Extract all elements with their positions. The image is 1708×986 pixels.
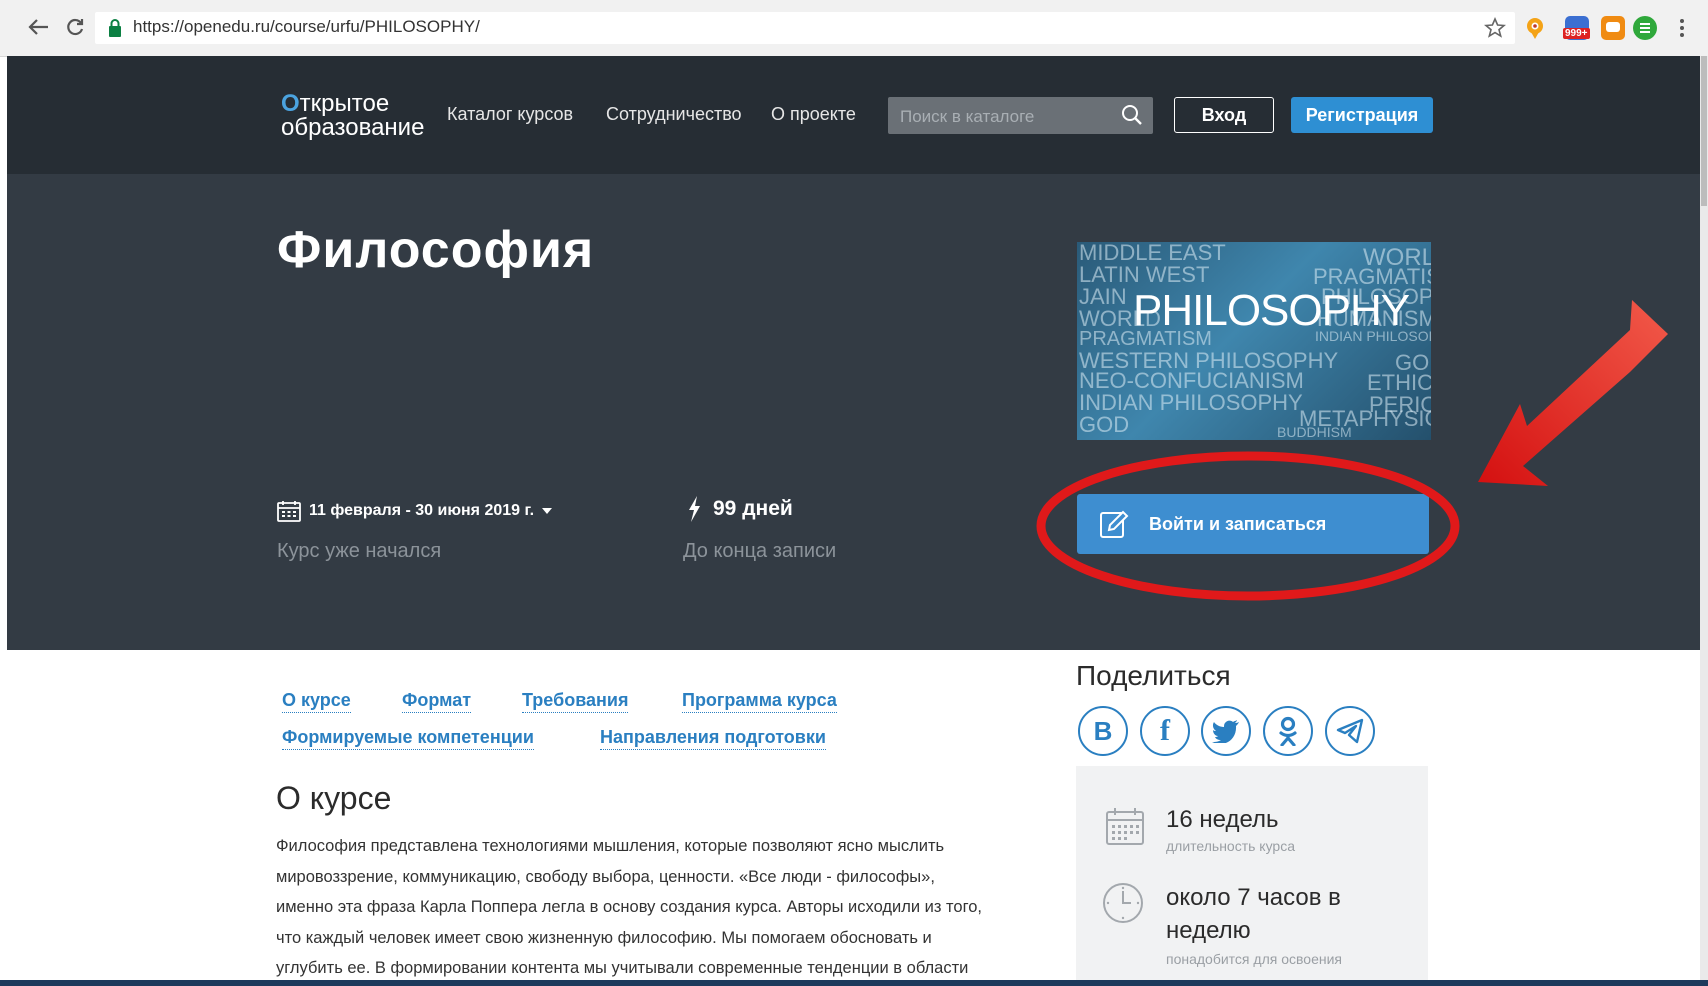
course-info-panel: 16 недель длительность курса около 7 час… <box>1076 766 1428 986</box>
enrollment-countdown: 99 дней <box>687 496 793 522</box>
site-header: Открытое образование Каталог курсов Сотр… <box>7 56 1700 174</box>
course-title: Философия <box>277 221 595 279</box>
bookmark-star-icon[interactable] <box>1484 17 1506 39</box>
extension-badge: 999+ <box>1563 28 1590 39</box>
about-line: именно эта фраза Карла Поппера легла в о… <box>276 898 982 916</box>
share-heading: Поделиться <box>1076 660 1231 691</box>
extension-pin-icon[interactable] <box>1523 16 1547 40</box>
nav-about-project[interactable]: О проекте <box>771 104 856 125</box>
page-scrollbar[interactable] <box>1700 56 1708 986</box>
cover-title: PHILOSOPHY <box>1133 286 1410 335</box>
days-left: 99 дней <box>713 497 793 520</box>
site-logo[interactable]: Открытое образование <box>281 92 424 140</box>
search-placeholder: Поиск в каталоге <box>900 107 1035 126</box>
lightning-icon <box>689 496 700 522</box>
about-text: Философия представлена технологиями мышл… <box>276 831 1036 984</box>
browser-menu-icon[interactable] <box>1678 17 1686 39</box>
extension-inbox-icon[interactable]: 999+ <box>1563 16 1590 40</box>
extension-chat-icon[interactable] <box>1601 16 1625 40</box>
calendar-icon <box>1106 808 1144 845</box>
nav-catalog[interactable]: Каталог курсов <box>447 104 573 125</box>
duration-value: 16 недель <box>1166 806 1279 833</box>
search-icon[interactable] <box>1121 104 1143 126</box>
vk-letter: B <box>1093 715 1113 746</box>
tab-format[interactable]: Формат <box>402 690 472 713</box>
logo-line2: образование <box>281 114 425 141</box>
search-input[interactable]: Поиск в каталоге <box>888 97 1153 134</box>
back-arrow-icon[interactable] <box>26 14 52 40</box>
effort-caption: понадобится для освоения <box>1166 951 1342 967</box>
tab-directions[interactable]: Направления подготовки <box>600 727 826 750</box>
tab-requirements[interactable]: Требования <box>522 690 629 713</box>
lock-icon <box>109 19 121 37</box>
course-hero: Философия MIDDLE EAST WORLD LATIN WEST P… <box>7 174 1700 650</box>
facebook-share-icon[interactable]: f <box>1140 706 1190 756</box>
course-status: Курс уже начался <box>277 540 442 562</box>
twitter-share-icon[interactable] <box>1201 706 1251 756</box>
reload-icon[interactable] <box>62 14 88 40</box>
extension-list-icon[interactable] <box>1633 16 1657 40</box>
nav-cooperation[interactable]: Сотрудничество <box>606 104 742 125</box>
register-button[interactable]: Регистрация <box>1291 97 1433 133</box>
vk-share-icon[interactable]: B <box>1078 706 1128 756</box>
duration-caption: длительность курса <box>1166 838 1296 854</box>
about-line: мировоззрение, коммуникацию, свободу выб… <box>276 867 935 886</box>
cover-word: BUDDHISM <box>1277 424 1352 440</box>
clock-icon <box>1103 883 1143 923</box>
login-button[interactable]: Вход <box>1174 97 1274 133</box>
odnoklassniki-share-icon[interactable] <box>1263 706 1313 756</box>
os-taskbar-edge <box>0 980 1708 986</box>
browser-toolbar: https://openedu.ru/course/urfu/PHILOSOPH… <box>0 0 1708 57</box>
course-dates[interactable]: 11 февраля - 30 июня 2019 г. <box>277 500 553 522</box>
calendar-icon <box>277 501 301 522</box>
course-cover-image: MIDDLE EAST WORLD LATIN WEST PRAGMATISM … <box>1077 242 1431 440</box>
tab-competencies[interactable]: Формируемые компетенции <box>282 727 534 750</box>
tab-program[interactable]: Программа курса <box>682 690 837 713</box>
effort-value-line2: неделю <box>1166 917 1251 944</box>
effort-value-line1: около 7 часов в <box>1166 884 1341 911</box>
about-line: Философия представлена технологиями мышл… <box>276 837 945 855</box>
course-dates-text: 11 февраля - 30 июня 2019 г. <box>309 502 535 519</box>
telegram-share-icon[interactable] <box>1325 706 1375 756</box>
tab-about[interactable]: О курсе <box>282 690 351 713</box>
logo-line1: ткрытое <box>299 90 390 117</box>
logo-letter: О <box>281 90 300 117</box>
cover-word: GOD <box>1079 412 1130 437</box>
days-caption: До конца записи <box>683 540 837 562</box>
caret-down-icon[interactable] <box>542 508 553 514</box>
fb-letter: f <box>1160 714 1170 747</box>
about-line: что каждый человек имеет свою жизненную … <box>276 928 932 947</box>
scrollbar-thumb[interactable] <box>1701 56 1707 206</box>
enroll-button[interactable]: Войти и записаться <box>1077 494 1429 554</box>
about-line: углубить ее. В формировании контента мы … <box>276 959 969 977</box>
about-heading: О курсе <box>276 780 392 816</box>
enroll-label: Войти и записаться <box>1149 513 1327 534</box>
url-text[interactable]: https://openedu.ru/course/urfu/PHILOSOPH… <box>133 17 480 37</box>
pencil-icon <box>1100 510 1129 538</box>
